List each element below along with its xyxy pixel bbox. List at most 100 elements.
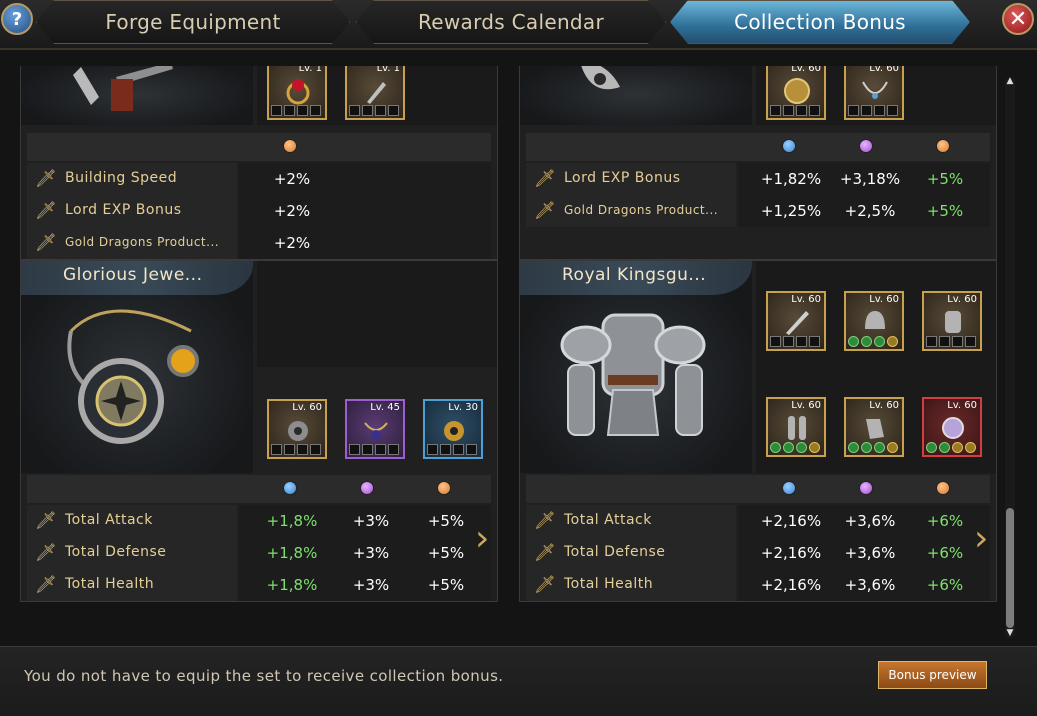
equipment-slot[interactable]: Lv. 30 bbox=[423, 399, 483, 459]
blue-quality-icon bbox=[283, 481, 297, 495]
stat-name: Total Health bbox=[65, 576, 155, 592]
tab-collection-bonus[interactable]: Collection Bonus bbox=[670, 0, 970, 44]
stat-value: +3,18% bbox=[839, 170, 901, 188]
footer-bar: You do not have to equip the set to rece… bbox=[0, 646, 1037, 716]
stat-value: +3,6% bbox=[844, 512, 896, 530]
breastplate-icon bbox=[945, 311, 961, 333]
equipment-slot[interactable]: Lv. 60 bbox=[844, 291, 904, 351]
sword-icon: 🗡 bbox=[534, 575, 556, 595]
equipment-slot[interactable]: Lv. 45 bbox=[345, 399, 405, 459]
set-art bbox=[21, 66, 253, 125]
equipment-slot[interactable]: Lv. 1 bbox=[267, 66, 327, 120]
tab-label: Rewards Calendar bbox=[418, 10, 604, 34]
scroll-down-icon[interactable]: ▼ bbox=[1004, 628, 1016, 638]
sword-icon: 🗡 bbox=[35, 543, 57, 563]
tab-label: Forge Equipment bbox=[105, 10, 281, 34]
sword-icon: 🗡 bbox=[35, 233, 57, 253]
purple-quality-icon bbox=[360, 481, 374, 495]
tab-rewards-calendar[interactable]: Rewards Calendar bbox=[356, 0, 666, 44]
stat-name: Total Defense bbox=[564, 544, 666, 560]
stat-row: 🗡 Total Attack +2,16% +3,6% +6% bbox=[526, 505, 990, 537]
helmet-icon bbox=[865, 311, 885, 329]
equipment-slot[interactable]: Lv. 60 bbox=[922, 397, 982, 457]
slots-empty-area bbox=[257, 261, 497, 367]
equipment-slot[interactable]: Lv. 60 bbox=[844, 66, 904, 120]
stat-value: +3,6% bbox=[844, 544, 896, 562]
close-button[interactable]: ✕ bbox=[1002, 3, 1034, 35]
sword-icon bbox=[786, 311, 809, 335]
stat-value: +3% bbox=[352, 512, 390, 530]
set-art bbox=[520, 66, 752, 125]
set-card-glorious-jewel: Glorious Jewe... Lv. 60 Lv. 45 Lv. 30 🗡 … bbox=[20, 260, 498, 602]
gem-sockets bbox=[848, 105, 898, 116]
stat-value: +6% bbox=[926, 544, 964, 562]
slot-level: Lv. 45 bbox=[370, 402, 400, 413]
gem-sockets bbox=[770, 105, 820, 116]
gem-sockets bbox=[271, 444, 321, 455]
set-card-top-right: Lv. 60 Lv. 60 🗡 Lord EXP Bonus +1,82% +3… bbox=[519, 66, 997, 260]
right-column: Lv. 60 Lv. 60 🗡 Lord EXP Bonus +1,82% +3… bbox=[519, 66, 997, 638]
slot-level: Lv. 60 bbox=[869, 400, 899, 411]
set-card-royal-kingsguard: Royal Kingsgu... Lv. 60 Lv. 60 Lv. 60 Lv… bbox=[519, 260, 997, 602]
gauntlet-icon bbox=[866, 419, 884, 439]
stat-value: +3,6% bbox=[844, 576, 896, 594]
left-column: Lv. 1 Lv. 1 🗡 Building Speed +2% 🗡 Lord … bbox=[20, 66, 498, 638]
equipment-slot[interactable]: Lv. 60 bbox=[267, 399, 327, 459]
pendant-icon bbox=[364, 422, 388, 440]
purple-quality-icon bbox=[859, 481, 873, 495]
slot-level: Lv. 30 bbox=[448, 402, 478, 413]
gem-sockets bbox=[349, 105, 399, 116]
blue-quality-icon bbox=[782, 139, 796, 153]
help-button[interactable]: ? bbox=[1, 3, 33, 35]
equipment-slot[interactable]: Lv. 60 bbox=[766, 397, 826, 457]
tab-forge-equipment[interactable]: Forge Equipment bbox=[36, 0, 350, 44]
orange-quality-icon bbox=[283, 139, 297, 153]
equipment-slot[interactable]: Lv. 60 bbox=[766, 291, 826, 351]
stat-value: +2,5% bbox=[844, 202, 896, 220]
stat-value: +6% bbox=[926, 576, 964, 594]
stat-value: +2,16% bbox=[760, 576, 822, 594]
sword-icon: 🗡 bbox=[35, 575, 57, 595]
slot-level: Lv. 60 bbox=[869, 66, 899, 74]
dagger-charm-icon bbox=[367, 82, 386, 104]
equipment-slot[interactable]: Lv. 60 bbox=[766, 66, 826, 120]
slot-level: Lv. 60 bbox=[791, 66, 821, 74]
ruby-ring-icon bbox=[286, 79, 310, 105]
collection-list[interactable]: Lv. 1 Lv. 1 🗡 Building Speed +2% 🗡 Lord … bbox=[18, 66, 1001, 638]
next-arrow-icon[interactable]: › bbox=[475, 519, 497, 559]
stat-value: +2,16% bbox=[760, 512, 822, 530]
slots-area: Lv. 60 Lv. 45 Lv. 30 bbox=[257, 369, 497, 473]
equipment-slot[interactable]: Lv. 60 bbox=[844, 397, 904, 457]
sword-icon: 🗡 bbox=[35, 511, 57, 531]
next-arrow-icon[interactable]: › bbox=[974, 519, 996, 559]
scrollbar-thumb[interactable] bbox=[1006, 508, 1014, 628]
gem-sockets bbox=[926, 442, 976, 453]
stat-name: Total Health bbox=[564, 576, 654, 592]
gem-sockets bbox=[848, 442, 898, 453]
quality-dot-row bbox=[27, 133, 491, 161]
slots-area: Lv. 1 Lv. 1 bbox=[257, 66, 497, 125]
stat-name: Total Attack bbox=[65, 512, 153, 528]
quality-dot-row bbox=[526, 133, 990, 161]
bonus-preview-button[interactable]: Bonus preview bbox=[878, 661, 987, 689]
set-art: Royal Kingsgu... bbox=[520, 261, 752, 473]
scroll-up-icon[interactable]: ▲ bbox=[1004, 76, 1016, 86]
gem-sockets bbox=[926, 336, 976, 347]
stat-row: 🗡 Total Health +2,16% +3,6% +6% bbox=[526, 569, 990, 601]
blue-quality-icon bbox=[782, 481, 796, 495]
stat-row: 🗡 Total Defense +2,16% +3,6% +6% bbox=[526, 537, 990, 569]
gem-sockets bbox=[770, 442, 820, 453]
stat-value: +5% bbox=[427, 512, 465, 530]
purple-quality-icon bbox=[859, 139, 873, 153]
collection-note: You do not have to equip the set to rece… bbox=[24, 667, 504, 685]
orange-quality-icon bbox=[936, 481, 950, 495]
stat-row: 🗡 Gold Dragons Product... +2% bbox=[27, 227, 491, 259]
equipment-slot[interactable]: Lv. 1 bbox=[345, 66, 405, 120]
equipment-slot[interactable]: Lv. 60 bbox=[922, 291, 982, 351]
stat-name: Building Speed bbox=[65, 170, 178, 186]
sword-hilt-art-icon bbox=[73, 66, 173, 111]
sword-icon: 🗡 bbox=[534, 169, 556, 189]
gold-shield-icon bbox=[784, 78, 810, 104]
stat-name: Lord EXP Bonus bbox=[564, 170, 681, 186]
gem-amulet-icon bbox=[288, 421, 308, 441]
